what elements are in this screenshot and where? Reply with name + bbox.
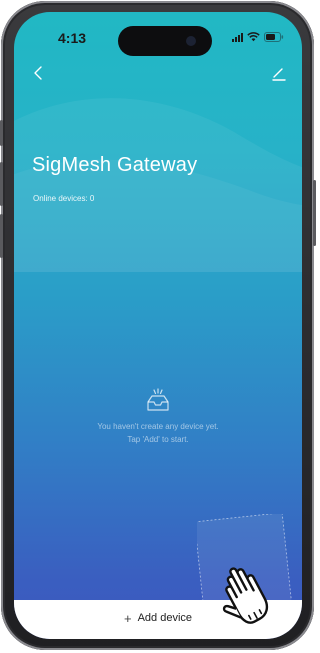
empty-inbox-icon xyxy=(147,388,169,411)
dynamic-island xyxy=(118,26,212,56)
edit-pencil-icon xyxy=(272,68,286,81)
phone-side-button xyxy=(0,120,3,146)
chevron-left-icon xyxy=(34,66,42,80)
online-devices-count: Online devices: 0 xyxy=(33,194,95,203)
front-camera xyxy=(186,36,196,46)
status-time: 4:13 xyxy=(58,30,87,46)
page: 4:13 SigMesh Gateway Online devices: 0 Y… xyxy=(0,0,317,653)
hand-pointer-icon xyxy=(197,514,294,630)
phone-volume-down-button xyxy=(0,214,3,258)
edit-button[interactable] xyxy=(270,64,288,82)
wifi-icon xyxy=(247,32,260,42)
plus-icon: + xyxy=(123,610,132,626)
page-title: SigMesh Gateway xyxy=(32,154,198,176)
back-button[interactable] xyxy=(30,64,48,82)
phone-volume-up-button xyxy=(0,162,3,206)
status-icons xyxy=(232,32,284,42)
battery-icon xyxy=(264,32,284,42)
phone-power-button xyxy=(313,180,316,246)
empty-state-message: You haven't create any device yet. xyxy=(97,422,219,431)
add-device-label: Add device xyxy=(137,612,193,624)
empty-state-hint: Tap 'Add' to start. xyxy=(127,435,189,444)
signal-bars-icon xyxy=(232,32,243,42)
